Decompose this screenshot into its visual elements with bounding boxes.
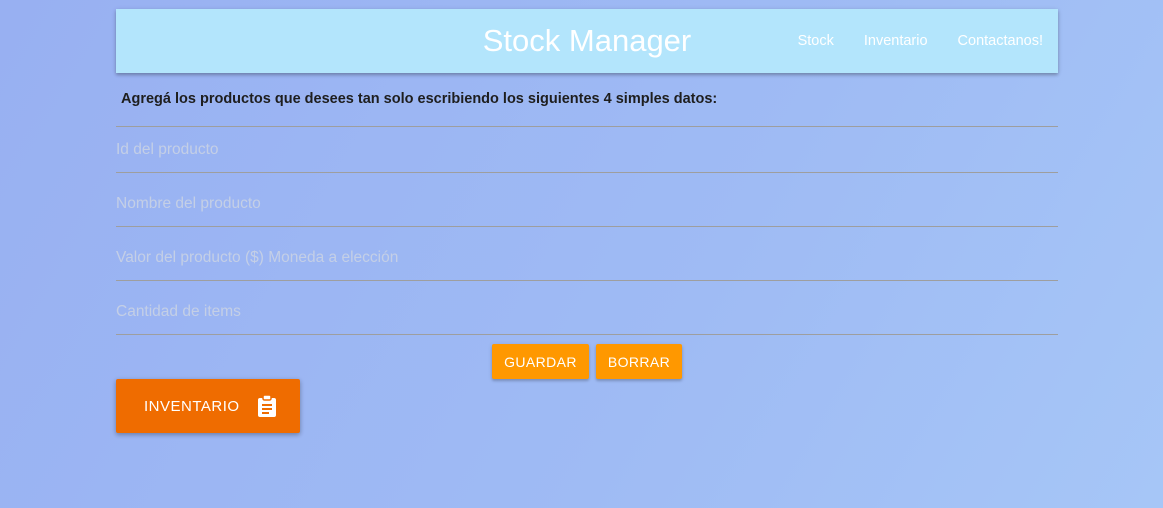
nav-links: Stock Inventario Contactanos! <box>783 9 1058 73</box>
form-intro-text: Agregá los productos que desees tan solo… <box>121 91 718 107</box>
inventory-button[interactable]: Inventario <box>116 379 300 433</box>
nav-link-contactanos[interactable]: Contactanos! <box>943 9 1058 73</box>
product-value-field[interactable] <box>116 235 1058 281</box>
product-id-field[interactable] <box>116 127 1058 173</box>
navbar: Stock Manager Stock Inventario Contactan… <box>116 9 1058 73</box>
save-button[interactable]: Guardar <box>492 344 589 379</box>
nav-link-stock[interactable]: Stock <box>783 9 849 73</box>
clipboard-icon <box>256 394 278 418</box>
nav-link-inventario[interactable]: Inventario <box>849 9 943 73</box>
delete-button[interactable]: Borrar <box>596 344 682 379</box>
product-name-field[interactable] <box>116 181 1058 227</box>
inventory-button-label: Inventario <box>144 397 240 415</box>
product-quantity-field[interactable] <box>116 289 1058 335</box>
